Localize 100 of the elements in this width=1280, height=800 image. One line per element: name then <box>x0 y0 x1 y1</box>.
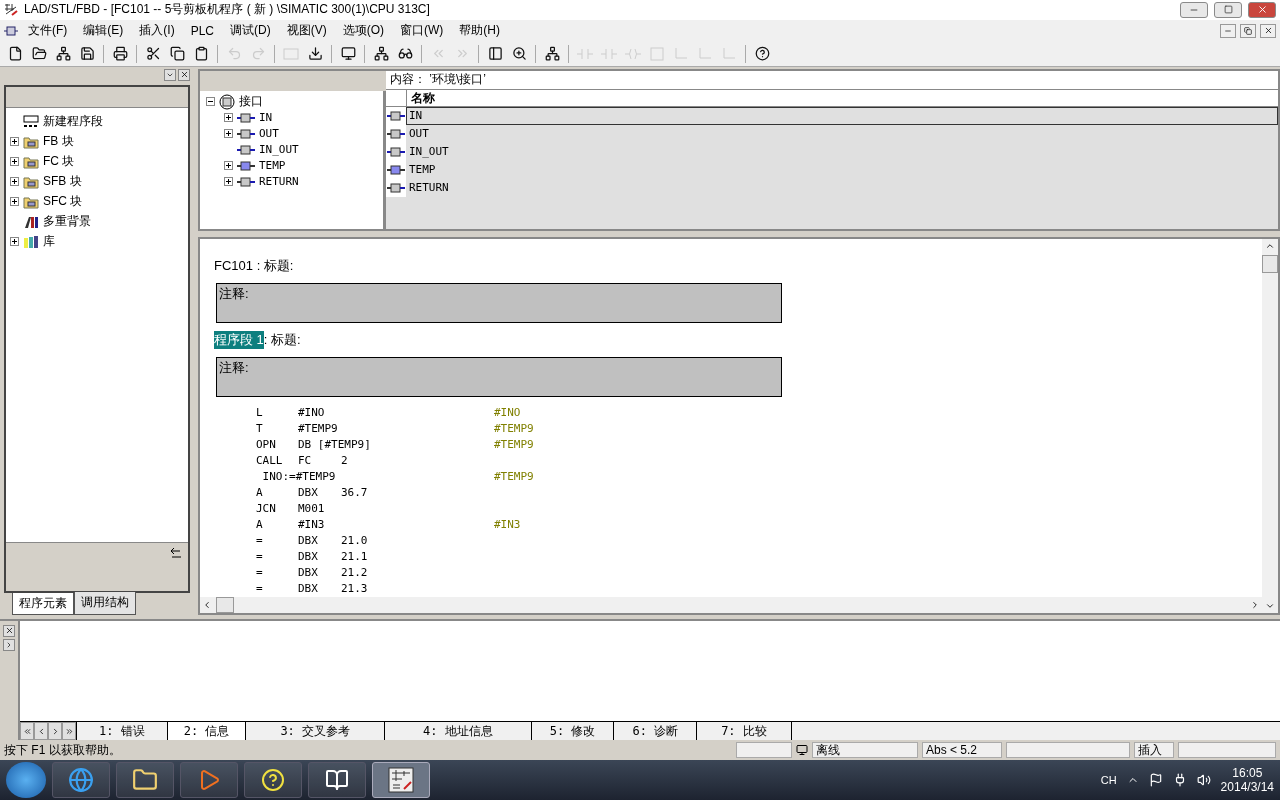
connector-icon <box>387 110 405 121</box>
table-row[interactable]: IN <box>406 106 1278 125</box>
menu-item[interactable]: 插入(I) <box>133 20 181 42</box>
scroll-left-icon[interactable] <box>202 599 212 610</box>
flag-icon[interactable] <box>1148 773 1163 788</box>
status-help: 按下 F1 以获取帮助。 <box>4 741 122 759</box>
status-version: Abs < 5.2 <box>922 742 1002 759</box>
code-instruction: = <box>256 582 263 596</box>
code-operand: DBX <box>298 566 318 580</box>
dropdown-button[interactable] <box>164 68 176 81</box>
table-row[interactable]: RETURN <box>406 178 1278 197</box>
expand-icon[interactable] <box>10 237 19 247</box>
code-instruction: JCN <box>256 502 276 516</box>
table-row[interactable]: IN_OUT <box>406 142 1278 161</box>
expand-icon[interactable] <box>10 177 19 187</box>
code-instruction: CALL <box>256 454 283 468</box>
comment-field[interactable]: 注释: <box>216 282 782 323</box>
output-tab[interactable]: 2: 信息 <box>166 722 247 741</box>
last-tab-button[interactable] <box>62 722 76 741</box>
expand-icon[interactable] <box>224 161 233 171</box>
table-row[interactable]: TEMP <box>406 160 1278 179</box>
connector-icon <box>387 128 405 139</box>
status-mode: 离线 <box>812 742 918 759</box>
tree-item[interactable]: SFC 块 <box>43 193 83 211</box>
code-instruction: = <box>256 550 263 564</box>
expand-icon[interactable] <box>10 197 19 207</box>
menu-item[interactable]: 帮助(H) <box>453 20 506 42</box>
connection-icon <box>796 744 808 757</box>
tree-item[interactable]: IN <box>259 111 273 125</box>
folder-icon <box>23 194 39 209</box>
code-instruction: L <box>256 406 263 420</box>
folder-icon <box>23 154 39 169</box>
connector-icon <box>387 146 405 157</box>
expand-icon[interactable] <box>224 113 233 123</box>
tree-item[interactable]: IN_OUT <box>259 143 299 157</box>
folder-icon <box>23 174 39 189</box>
network-title: : 标题: <box>263 330 301 349</box>
menu-item[interactable]: 编辑(E) <box>77 20 130 42</box>
maximize-button[interactable] <box>1214 1 1242 18</box>
tree-item[interactable]: OUT <box>259 127 279 141</box>
scroll-thumb[interactable] <box>216 596 234 613</box>
menu-item[interactable]: 文件(F) <box>22 20 74 42</box>
code-operand: FC <box>298 454 312 468</box>
code-instruction: = <box>256 534 263 548</box>
tree-item[interactable]: RETURN <box>259 175 299 189</box>
column-header: 名称 <box>410 89 436 106</box>
restore-button[interactable] <box>1240 23 1256 38</box>
network-label[interactable]: 程序段 1 <box>214 330 264 349</box>
menu-item[interactable]: 窗口(W) <box>394 20 450 42</box>
clock-time[interactable]: 16:05 <box>1232 766 1263 781</box>
taskbar-app[interactable] <box>372 762 430 799</box>
panel-tab[interactable]: 调用结构 <box>74 591 136 615</box>
code-address: 21.2 <box>341 566 368 580</box>
clock-date[interactable]: 2014/3/14 <box>1220 780 1274 795</box>
document-icon <box>4 24 18 37</box>
menu-item[interactable]: 调试(D) <box>224 20 277 42</box>
close-button[interactable] <box>1248 1 1276 18</box>
menu-item[interactable]: 选项(O) <box>336 20 390 42</box>
tree-item[interactable]: TEMP <box>259 159 286 173</box>
close-icon <box>4 626 14 636</box>
close-button[interactable] <box>178 68 190 81</box>
taskbar-app[interactable] <box>116 762 174 799</box>
code-operand: #INO <box>298 406 325 420</box>
menu-item[interactable]: 视图(V) <box>280 20 333 42</box>
expand-icon[interactable] <box>224 129 233 139</box>
minimize-button[interactable] <box>1180 1 1208 18</box>
first-tab-button[interactable] <box>20 722 34 741</box>
tree-item[interactable]: 新建程序段 <box>43 113 103 131</box>
tree-item[interactable]: FC 块 <box>43 153 75 171</box>
panel-tab[interactable]: 程序元素 <box>12 592 74 615</box>
code-comment: #IN3 <box>494 518 521 532</box>
code-operand: DBX <box>298 582 318 596</box>
table-row[interactable]: OUT <box>406 124 1278 143</box>
expand-icon[interactable] <box>10 137 19 147</box>
tree-item[interactable]: 库 <box>43 233 55 251</box>
close-icon <box>1256 4 1268 16</box>
expand-icon[interactable] <box>224 177 233 187</box>
taskbar-app[interactable] <box>244 762 302 799</box>
taskbar-app[interactable] <box>308 762 366 799</box>
close-button[interactable] <box>3 624 15 637</box>
expand-button[interactable] <box>3 638 15 651</box>
comment-field[interactable]: 注释: <box>216 356 782 397</box>
volume-icon[interactable] <box>1196 773 1211 788</box>
start-button[interactable] <box>6 762 46 799</box>
close-button[interactable] <box>1260 23 1276 38</box>
tree-item[interactable]: SFB 块 <box>43 173 82 191</box>
language-indicator[interactable]: CH <box>1100 774 1117 787</box>
code-instruction: = <box>256 566 263 580</box>
collapse-icon[interactable] <box>206 97 215 107</box>
maximize-icon <box>1223 5 1233 15</box>
tree-item[interactable]: 多重背景 <box>43 213 91 231</box>
menu-item[interactable]: PLC <box>184 21 220 40</box>
scroll-right-icon[interactable] <box>1250 599 1260 610</box>
code-instruction: OPN <box>256 438 276 452</box>
code-operand: DBX <box>298 550 318 564</box>
tree-item[interactable]: 接口 <box>239 93 263 111</box>
code-operand: M001 <box>298 502 325 516</box>
scroll-thumb[interactable] <box>1262 254 1278 273</box>
tree-item[interactable]: FB 块 <box>43 133 74 151</box>
expand-icon[interactable] <box>10 157 19 167</box>
